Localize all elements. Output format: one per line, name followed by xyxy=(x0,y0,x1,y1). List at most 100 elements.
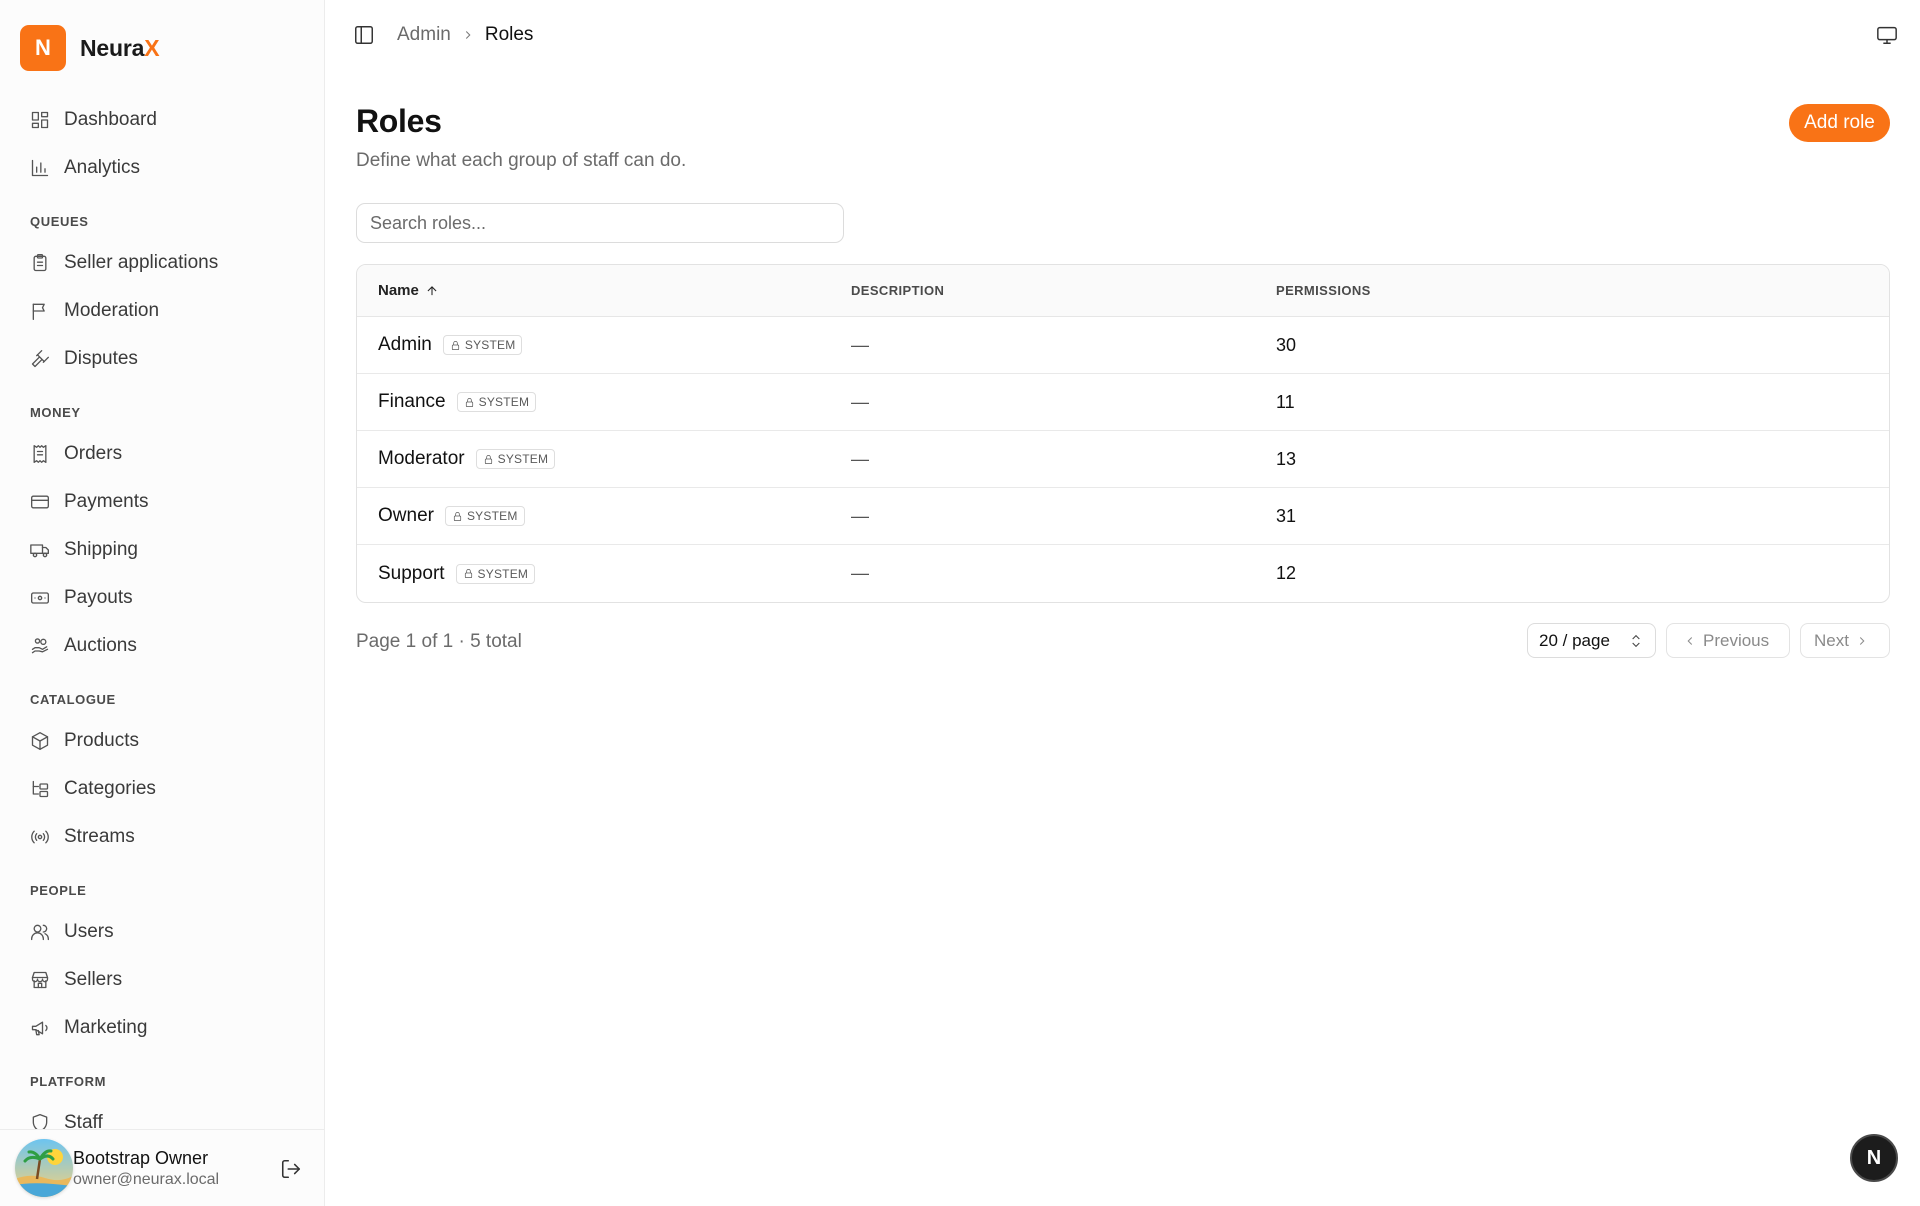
section-money: MONEY xyxy=(30,405,81,420)
sidebar-item-marketing[interactable]: Marketing xyxy=(0,1004,324,1052)
flag-icon xyxy=(32,303,45,320)
table-row[interactable]: Owner SYSTEM — 31 xyxy=(357,488,1889,545)
store-icon xyxy=(31,971,49,989)
pagination: Page 1 of 1 · 5 total 20 / page Previous… xyxy=(356,623,1890,659)
role-name-cell: Moderator SYSTEM xyxy=(357,448,851,470)
sidebar-item-label: Seller applications xyxy=(64,252,219,273)
breadcrumb-admin[interactable]: Admin xyxy=(397,24,451,46)
brand-logo: N xyxy=(20,25,66,71)
megaphone-icon xyxy=(31,1021,48,1036)
role-permissions-count: 12 xyxy=(1276,563,1297,583)
per-page-select[interactable]: 20 / page xyxy=(1527,623,1656,658)
avatar[interactable] xyxy=(15,1139,73,1197)
table-row[interactable]: Moderator SYSTEM — 13 xyxy=(357,431,1889,488)
truck-icon xyxy=(30,544,49,558)
credit-card-icon xyxy=(31,495,49,509)
sidebar-nav: Dashboard Analytics QUEUES Seller applic… xyxy=(0,96,324,1130)
badge-label: SYSTEM xyxy=(464,338,516,352)
section-catalogue: CATALOGUE xyxy=(30,692,116,707)
table-row[interactable]: Finance SYSTEM — 11 xyxy=(357,374,1889,431)
previous-page-button[interactable]: Previous xyxy=(1666,623,1790,658)
role-permissions-count: 31 xyxy=(1276,505,1297,526)
user-menu[interactable]: Bootstrap Owner owner@neurax.local xyxy=(0,1129,324,1206)
sidebar-item-orders[interactable]: Orders xyxy=(0,430,324,478)
topbar: Admin Roles xyxy=(325,0,1920,70)
brand[interactable]: N NeuraX xyxy=(20,25,160,71)
breadcrumb: Admin Roles xyxy=(397,24,533,46)
page-title: Roles xyxy=(356,103,442,139)
sidebar-item-label: Shipping xyxy=(64,539,138,560)
per-page-value: 20 / page xyxy=(1539,630,1610,650)
sidebar-item-label: Users xyxy=(64,921,114,942)
page-subtitle: Define what each group of staff can do. xyxy=(356,150,687,171)
receipt-icon xyxy=(33,445,47,463)
role-name-cell: Finance SYSTEM xyxy=(357,391,851,413)
lock-icon xyxy=(484,454,492,464)
sidebar-item-label: Payouts xyxy=(64,587,133,608)
sidebar-item-dashboard[interactable]: Dashboard xyxy=(0,96,324,144)
badge-label: SYSTEM xyxy=(478,395,530,409)
section-platform: PLATFORM xyxy=(30,1074,107,1089)
lock-icon xyxy=(465,397,473,407)
system-badge: SYSTEM xyxy=(456,392,537,412)
sidebar-item-moderation[interactable]: Moderation xyxy=(0,287,324,335)
column-header-permissions: PERMISSIONS xyxy=(1276,283,1371,298)
lock-icon xyxy=(451,340,459,350)
brand-name: NeuraX xyxy=(80,35,160,62)
role-description: — xyxy=(851,563,869,583)
system-badge: SYSTEM xyxy=(475,449,556,469)
sidebar-item-shipping[interactable]: Shipping xyxy=(0,526,324,574)
dev-tools-button[interactable]: N xyxy=(1850,1134,1898,1182)
chevrons-up-down-icon xyxy=(1632,634,1640,648)
sidebar-item-payments[interactable]: Payments xyxy=(0,478,324,526)
analytics-icon xyxy=(31,159,49,177)
user-info: Bootstrap Owner owner@neurax.local xyxy=(73,1148,219,1189)
logout-button[interactable] xyxy=(280,1158,302,1180)
pagination-info: Page 1 of 1 · 5 total xyxy=(356,631,522,652)
sidebar-item-streams[interactable]: Streams xyxy=(0,813,324,861)
add-role-button[interactable]: Add role xyxy=(1789,104,1890,142)
role-description: — xyxy=(851,505,869,526)
table-row[interactable]: Support SYSTEM — 12 xyxy=(357,545,1889,602)
folder-tree-icon xyxy=(32,780,49,798)
table-row[interactable]: Admin SYSTEM — 30 xyxy=(357,317,1889,374)
badge-label: SYSTEM xyxy=(497,452,549,466)
next-page-button[interactable]: Next xyxy=(1800,623,1890,658)
section-people: PEOPLE xyxy=(30,883,87,898)
hand-coins-icon xyxy=(31,638,49,654)
next-label: Next xyxy=(1814,630,1849,650)
system-badge: SYSTEM xyxy=(442,335,523,355)
sidebar-item-products[interactable]: Products xyxy=(0,717,324,765)
search-input[interactable] xyxy=(356,203,844,243)
sidebar-item-seller-applications[interactable]: Seller applications xyxy=(0,239,324,287)
sidebar-item-disputes[interactable]: Disputes xyxy=(0,335,324,383)
column-header-name[interactable]: Name xyxy=(357,282,851,299)
sidebar-item-label: Products xyxy=(64,730,139,751)
gavel-icon xyxy=(31,350,49,368)
theme-toggle-button[interactable] xyxy=(1876,24,1898,46)
logout-icon xyxy=(281,1159,301,1179)
sidebar-item-auctions[interactable]: Auctions xyxy=(0,622,324,670)
chevron-left-icon xyxy=(1687,636,1693,645)
sidebar-item-label: Categories xyxy=(64,778,156,799)
sidebar-toggle-button[interactable] xyxy=(353,24,375,46)
role-description: — xyxy=(851,391,869,412)
sidebar: N NeuraX Dashboard Analytics QUEUES Sell… xyxy=(0,0,325,1206)
sidebar-item-label: Streams xyxy=(64,826,135,847)
monitor-icon xyxy=(1877,26,1897,44)
sidebar-item-sellers[interactable]: Sellers xyxy=(0,956,324,1004)
badge-label: SYSTEM xyxy=(466,509,518,523)
radio-icon xyxy=(31,830,49,844)
users-icon xyxy=(31,924,49,941)
sidebar-item-label: Staff xyxy=(64,1112,103,1130)
sidebar-item-label: Moderation xyxy=(64,300,160,321)
badge-label: SYSTEM xyxy=(477,566,529,581)
sidebar-item-categories[interactable]: Categories xyxy=(0,765,324,813)
sidebar-item-analytics[interactable]: Analytics xyxy=(0,144,324,192)
sidebar-item-label: Sellers xyxy=(64,969,123,990)
user-name: Bootstrap Owner xyxy=(73,1147,209,1168)
sidebar-item-payouts[interactable]: Payouts xyxy=(0,574,324,622)
sidebar-item-users[interactable]: Users xyxy=(0,908,324,956)
column-header-label: Name xyxy=(378,282,419,299)
sidebar-item-staff[interactable]: Staff xyxy=(0,1099,324,1130)
